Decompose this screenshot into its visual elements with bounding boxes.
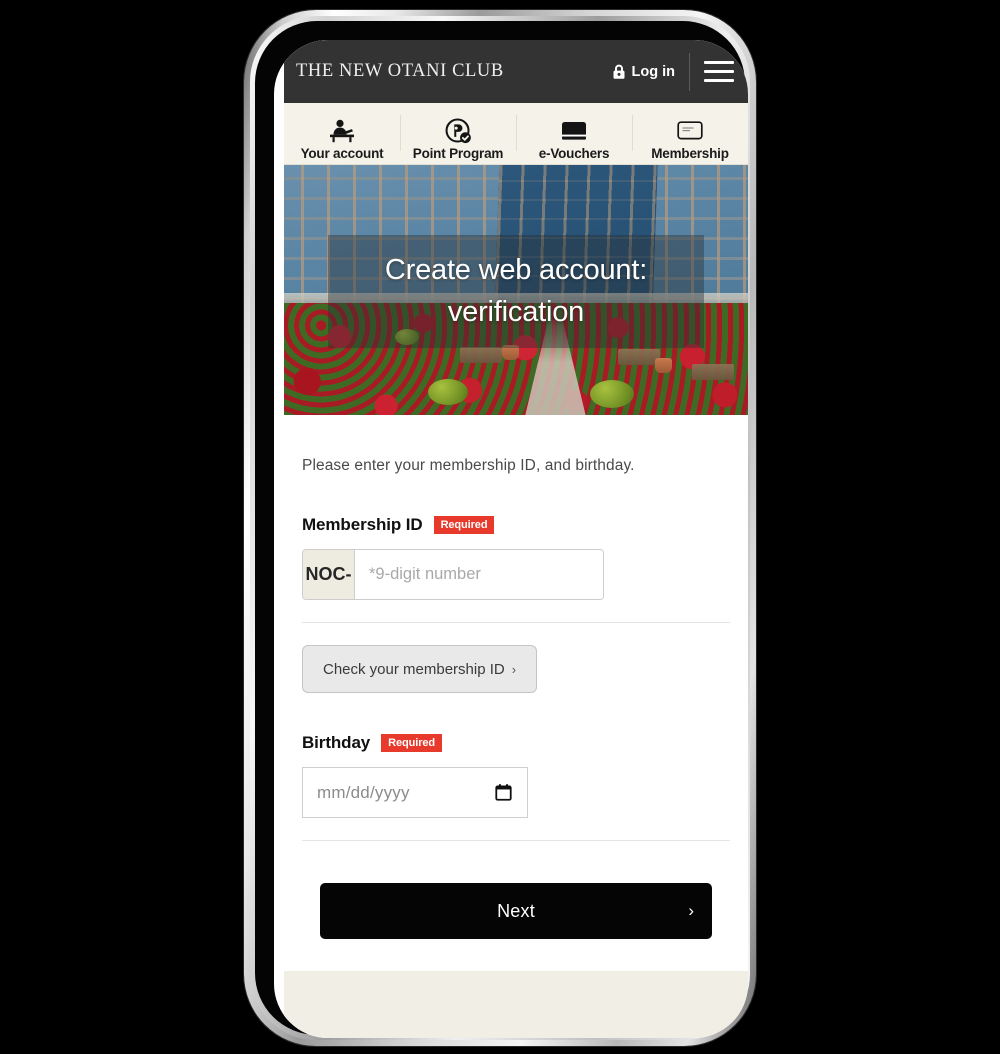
- membership-id-label: Membership ID: [302, 515, 423, 534]
- login-label: Log in: [631, 63, 676, 80]
- membership-card-icon: [675, 118, 705, 144]
- hero-title-overlay: Create web account: verification: [328, 235, 704, 348]
- birthday-label: Birthday: [302, 733, 371, 752]
- required-badge: Required: [381, 733, 443, 753]
- birthday-date-input[interactable]: mm/dd/yyyy: [302, 767, 528, 818]
- quicknav-label: Your account: [300, 146, 384, 161]
- page-footer-strip: [284, 971, 748, 1038]
- membership-id-label-row: Membership ID Required: [302, 515, 730, 535]
- calendar-icon[interactable]: [494, 783, 513, 802]
- quick-nav-bar: Your account Point Program e-Vouchers Me…: [284, 103, 748, 165]
- required-badge: Required: [433, 515, 495, 535]
- check-membership-id-button[interactable]: Check your membership ID ›: [302, 645, 538, 693]
- birthday-placeholder: mm/dd/yyyy: [317, 782, 410, 802]
- hamburger-bar: [704, 79, 734, 82]
- membership-id-input[interactable]: [355, 550, 603, 599]
- hero-flower-pot: [655, 357, 673, 373]
- phone-screen: THE NEW OTANI CLUB Log in Your account P…: [274, 40, 748, 1038]
- divider-after-membership-id: [302, 622, 730, 623]
- phone-device-frame: THE NEW OTANI CLUB Log in Your account P…: [244, 10, 756, 1046]
- chevron-right-icon: ›: [688, 901, 694, 920]
- page-title: Create web account: verification: [377, 249, 655, 334]
- hero-shrub: [427, 379, 468, 405]
- form-section: Please enter your membership ID, and bir…: [284, 415, 748, 939]
- hamburger-bar: [704, 61, 734, 64]
- site-header: THE NEW OTANI CLUB Log in: [284, 40, 748, 103]
- membership-id-prefix: NOC-: [303, 550, 355, 599]
- hamburger-bar: [704, 70, 734, 73]
- page-title-line1: Create web account:: [384, 253, 648, 286]
- quicknav-item-membership[interactable]: Membership: [632, 103, 748, 164]
- next-button-label: Next: [497, 900, 535, 921]
- page-title-line2: verification: [447, 296, 585, 329]
- divider-after-birthday: [302, 840, 730, 841]
- quicknav-item-e-vouchers[interactable]: e-Vouchers: [516, 103, 632, 164]
- check-membership-id-label: Check your membership ID: [323, 660, 505, 678]
- quicknav-label: e-Vouchers: [538, 146, 610, 161]
- header-right-group: Log in: [612, 40, 749, 103]
- brand-logo[interactable]: THE NEW OTANI CLUB: [296, 61, 504, 82]
- form-intro-text: Please enter your membership ID, and bir…: [302, 457, 635, 474]
- birthday-label-row: Birthday Required: [302, 733, 730, 753]
- page-viewport: THE NEW OTANI CLUB Log in Your account P…: [284, 40, 748, 1038]
- membership-id-field-block: Membership ID Required NOC-: [302, 475, 730, 623]
- hero-banner: Create web account: verification: [284, 165, 748, 415]
- next-button[interactable]: Next ›: [320, 883, 712, 939]
- quicknav-item-point-program[interactable]: Point Program: [400, 103, 516, 164]
- login-button[interactable]: Log in: [612, 64, 690, 80]
- quicknav-label: Point Program: [412, 146, 504, 161]
- concierge-person-desk-icon: [327, 118, 357, 144]
- voucher-ticket-icon: [559, 118, 589, 144]
- phone-bezel: THE NEW OTANI CLUB Log in Your account P…: [255, 21, 748, 1038]
- hero-shrub: [590, 379, 635, 408]
- quicknav-label: Membership: [651, 146, 729, 161]
- birthday-field-block: Birthday Required mm/dd/yyyy: [302, 693, 730, 841]
- hamburger-menu-icon[interactable]: [690, 40, 748, 103]
- membership-id-input-group: NOC-: [302, 549, 604, 600]
- hero-bench: [460, 346, 503, 363]
- chevron-right-icon: ›: [511, 661, 517, 677]
- hero-bench: [618, 349, 661, 365]
- quicknav-item-your-account[interactable]: Your account: [284, 103, 400, 164]
- hero-bench: [692, 364, 735, 380]
- lock-icon: [613, 64, 624, 79]
- point-p-check-circle-icon: [445, 118, 472, 144]
